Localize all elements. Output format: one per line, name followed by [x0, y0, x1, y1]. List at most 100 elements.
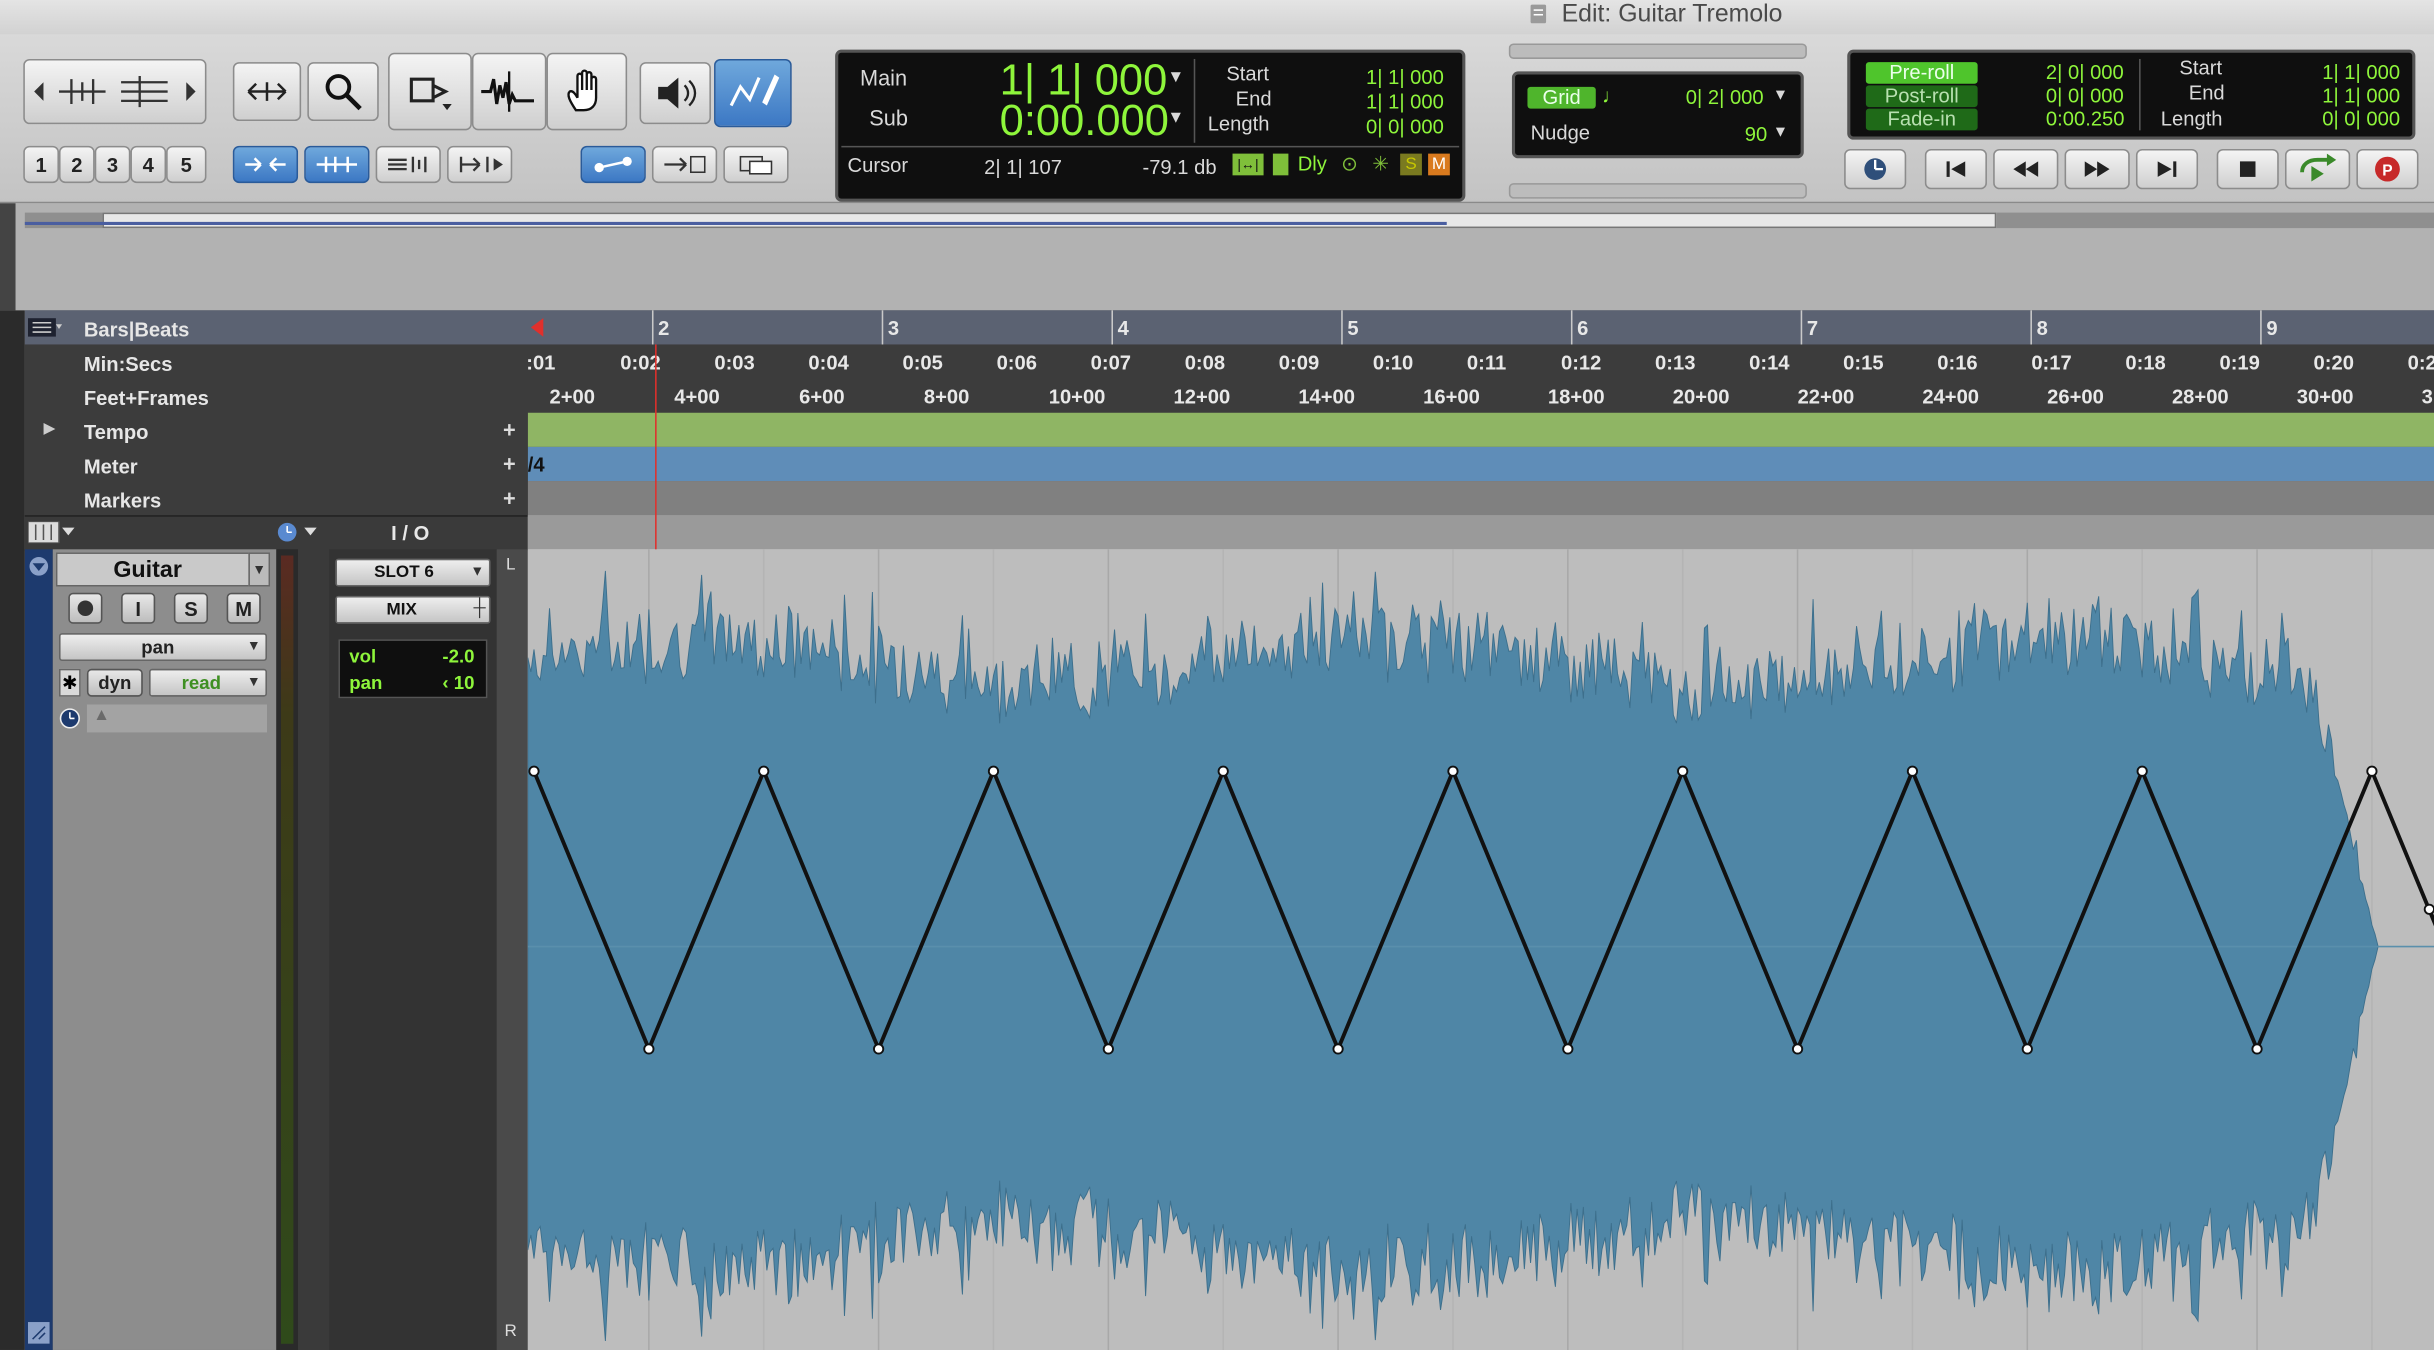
track-resize-icon[interactable]	[27, 1322, 50, 1344]
mute-button[interactable]: M	[226, 592, 261, 624]
zoom-preset-5[interactable]: 5	[166, 145, 207, 184]
automation-breakpoint[interactable]	[528, 765, 540, 777]
automation-breakpoint[interactable]	[987, 765, 1000, 777]
nudge-dropdown-icon[interactable]: ▼	[1773, 124, 1788, 141]
fadein-toggle[interactable]: Fade-in	[1865, 108, 1978, 131]
zoom-preset-1[interactable]: 1	[23, 145, 59, 184]
delay-label[interactable]: Dly	[1298, 152, 1327, 175]
selector-tool-button[interactable]	[471, 52, 547, 131]
zoom-preset-4[interactable]: 4	[130, 145, 167, 184]
audio-clip-waveform[interactable]	[527, 549, 2434, 1350]
timebase-clock-icon[interactable]	[276, 521, 323, 543]
shuffle-mode-button[interactable]	[232, 145, 299, 184]
insertion-follows-button[interactable]	[723, 145, 789, 184]
grid-dropdown-icon[interactable]: ▼	[1773, 87, 1788, 104]
zoom-preset-2[interactable]: 2	[58, 145, 95, 184]
zoom-preset-3[interactable]: 3	[94, 145, 131, 184]
fadein-value[interactable]: 0:00.250	[2046, 107, 2125, 130]
postroll-toggle[interactable]: Post-roll	[1865, 85, 1978, 108]
add-tempo-icon[interactable]: +	[503, 417, 516, 442]
pencil-tool-button[interactable]	[714, 58, 792, 128]
slip-mode-button[interactable]	[304, 145, 370, 184]
sub-counter-dropdown-icon[interactable]: ▼	[1167, 109, 1184, 128]
transport-start-value[interactable]: 1| 1| 000	[2322, 61, 2400, 84]
ruler-view-menu-icon[interactable]	[27, 318, 63, 337]
add-meter-icon[interactable]: +	[503, 452, 516, 477]
tempo-expand-icon[interactable]: ▶	[43, 421, 55, 438]
record-enable-button[interactable]	[68, 592, 103, 624]
meter-ruler[interactable]	[527, 446, 2434, 482]
length-value[interactable]: 0| 0| 000	[1366, 115, 1444, 138]
link-track-edit-button[interactable]	[580, 145, 646, 184]
scrubber-tool-button[interactable]	[639, 62, 711, 125]
output-selector[interactable]: MIX ┼	[335, 595, 491, 624]
universe-viewport-box[interactable]	[102, 212, 1997, 229]
track-list-menu-icon[interactable]	[27, 521, 78, 544]
grid-mode-button[interactable]	[447, 145, 513, 184]
automation-breakpoint[interactable]	[2423, 903, 2434, 915]
go-to-end-button[interactable]	[2135, 148, 2199, 190]
preroll-toggle[interactable]: Pre-roll	[1865, 61, 1978, 84]
automation-breakpoint[interactable]	[873, 1043, 885, 1055]
track-comments-field[interactable]: ▲	[86, 704, 267, 733]
zoom-controls[interactable]	[23, 58, 207, 125]
automation-breakpoint[interactable]	[1677, 765, 1689, 777]
postroll-value[interactable]: 0| 0| 000	[2046, 84, 2124, 107]
timebase-icon[interactable]	[59, 708, 81, 730]
input-slot-selector[interactable]: SLOT 6 ▼	[335, 558, 491, 587]
add-marker-icon[interactable]: +	[503, 486, 516, 511]
grid-value[interactable]: 0| 2| 000	[1686, 85, 1764, 108]
return-to-zero-button[interactable]	[1924, 148, 1987, 190]
automation-breakpoint[interactable]	[1447, 765, 1459, 777]
fast-forward-button[interactable]	[2064, 148, 2130, 190]
preroll-value[interactable]: 2| 0| 000	[2046, 61, 2124, 84]
automation-breakpoint[interactable]	[758, 765, 770, 777]
automation-breakpoint[interactable]	[1102, 1043, 1114, 1055]
play-button[interactable]	[2284, 148, 2351, 190]
automation-breakpoint[interactable]	[1217, 765, 1229, 777]
automation-breakpoint[interactable]	[1906, 765, 1919, 777]
track-name-field[interactable]: Guitar	[55, 552, 271, 587]
zoom-tool-button[interactable]	[307, 62, 379, 122]
wait-note-icon[interactable]: ⊙	[1341, 152, 1358, 177]
track-playlist-area[interactable]	[527, 549, 2434, 1350]
solo-button[interactable]: S	[173, 592, 209, 624]
spot-mode-button[interactable]	[375, 145, 441, 184]
automation-breakpoint[interactable]	[2021, 1043, 2033, 1055]
main-counter-dropdown-icon[interactable]: ▼	[1167, 68, 1184, 87]
min-secs-ruler[interactable]	[24, 344, 2434, 379]
metronome-icon[interactable]: ✳	[1372, 152, 1389, 177]
end-value[interactable]: 1| 1| 000	[1366, 90, 1444, 113]
transport-end-value[interactable]: 1| 1| 000	[2322, 84, 2400, 107]
nudge-value[interactable]: 90	[1745, 123, 1767, 146]
grid-mode-toggle[interactable]: Grid	[1527, 86, 1596, 109]
bars-beats-ruler[interactable]	[24, 310, 2434, 345]
vol-value[interactable]: -2.0	[442, 646, 474, 668]
countoff-button[interactable]: S	[1400, 153, 1422, 176]
markers-ruler[interactable]	[527, 481, 2434, 516]
stop-button[interactable]	[2216, 148, 2279, 190]
playhead-line[interactable]	[655, 344, 657, 550]
midi-mode-button[interactable]: M	[1428, 153, 1450, 176]
midi-merge-icon[interactable]: |↔|	[1232, 153, 1264, 176]
online-button[interactable]	[1844, 148, 1907, 190]
sub-counter-value[interactable]: 0:00.000	[1000, 96, 1169, 146]
automation-breakpoint[interactable]	[2251, 1043, 2263, 1055]
automation-breakpoint[interactable]	[2136, 765, 2148, 777]
record-button[interactable]: P	[2356, 148, 2419, 190]
track-collapse-icon[interactable]	[28, 556, 50, 578]
automation-breakpoint[interactable]	[2366, 765, 2378, 777]
track-view-selector[interactable]: pan ▼	[58, 633, 267, 662]
automation-mode-selector[interactable]: read ▼	[149, 668, 267, 697]
automation-breakpoint[interactable]	[1332, 1043, 1344, 1055]
rewind-button[interactable]	[1993, 148, 2059, 190]
automation-breakpoint[interactable]	[1791, 1043, 1804, 1055]
midi-input-icon[interactable]	[1272, 153, 1289, 176]
track-name-dropdown-icon[interactable]: ▼	[248, 552, 271, 587]
elastic-audio-icon[interactable]: ✱	[58, 668, 81, 697]
pan-value[interactable]: ‹ 10	[442, 672, 474, 694]
automation-breakpoint[interactable]	[643, 1043, 655, 1055]
zoomer-tool-button[interactable]	[232, 62, 302, 122]
trim-tool-button[interactable]	[388, 52, 472, 131]
input-monitor-button[interactable]: I	[121, 592, 156, 624]
